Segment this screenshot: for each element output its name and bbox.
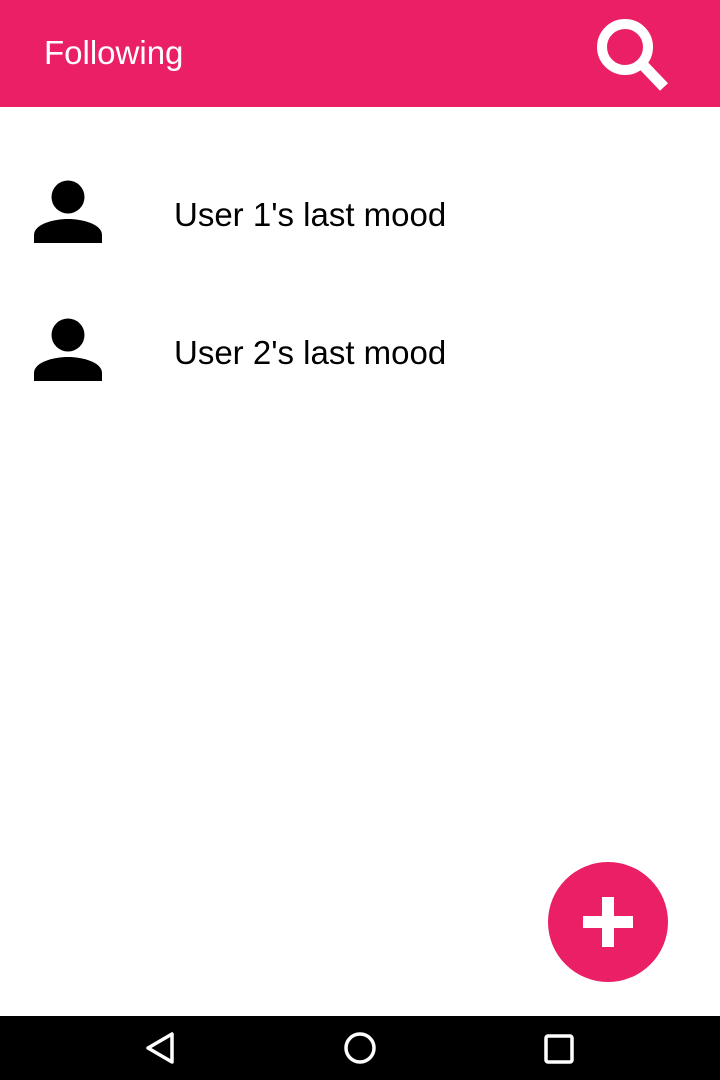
list-item[interactable]: User 2's last mood xyxy=(0,285,720,415)
system-nav-bar xyxy=(0,1016,720,1080)
home-button[interactable] xyxy=(340,1028,380,1068)
back-button[interactable] xyxy=(140,1028,180,1068)
add-button[interactable] xyxy=(548,862,668,982)
recents-icon xyxy=(544,1034,574,1064)
back-icon xyxy=(146,1032,174,1064)
list-item-label: User 1's last mood xyxy=(174,196,447,233)
search-icon xyxy=(597,19,668,91)
person-icon xyxy=(30,177,106,253)
app-bar: Following xyxy=(0,0,720,107)
search-button[interactable] xyxy=(590,13,676,99)
page-title: Following xyxy=(44,34,184,71)
home-icon xyxy=(344,1032,376,1064)
recents-button[interactable] xyxy=(539,1028,579,1068)
list-item-label: User 2's last mood xyxy=(174,334,447,371)
list-item[interactable]: User 1's last mood xyxy=(0,147,720,277)
person-icon xyxy=(30,315,106,391)
